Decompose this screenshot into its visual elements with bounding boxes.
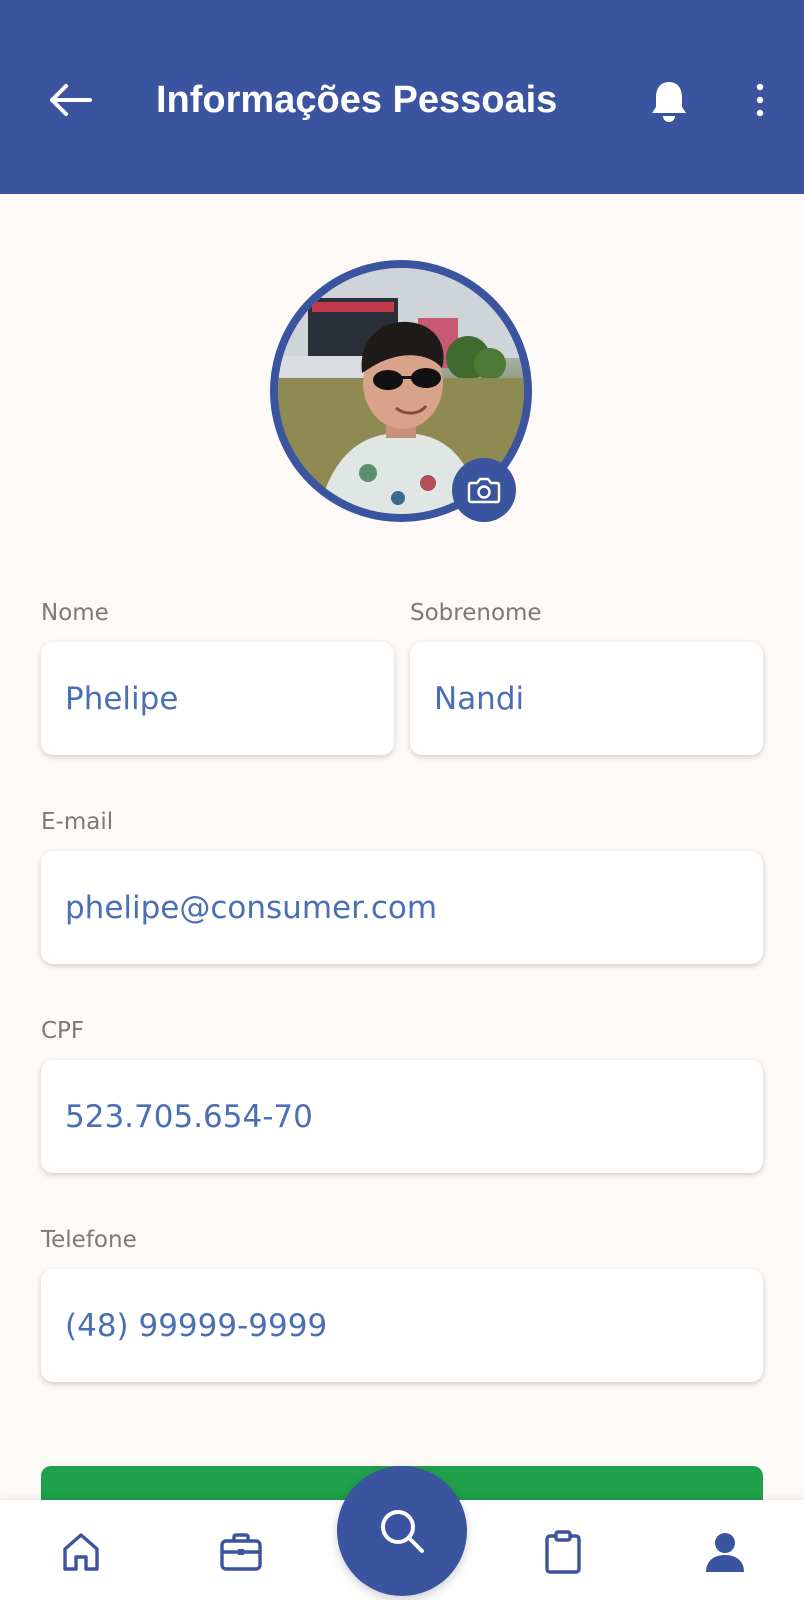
email-label: E-mail xyxy=(41,809,114,835)
first-name-label: Nome xyxy=(41,600,109,626)
briefcase-icon xyxy=(220,1533,262,1571)
search-button[interactable] xyxy=(337,1466,467,1596)
first-name-field[interactable] xyxy=(65,680,394,717)
clipboard-icon xyxy=(545,1530,581,1574)
profile-avatar-section xyxy=(270,260,532,522)
search-icon xyxy=(381,1510,424,1553)
camera-icon xyxy=(467,477,501,504)
more-vertical-icon xyxy=(756,83,764,117)
nav-services[interactable] xyxy=(211,1522,271,1582)
last-name-label: Sobrenome xyxy=(410,600,542,626)
cpf-field[interactable] xyxy=(65,1098,763,1135)
last-name-field[interactable] xyxy=(434,680,763,717)
bell-icon xyxy=(652,82,686,122)
arrow-left-icon xyxy=(50,84,92,116)
app-bar: Informações Pessoais xyxy=(0,0,804,194)
phone-field-box xyxy=(41,1269,763,1382)
phone-field[interactable] xyxy=(65,1307,763,1344)
phone-label: Telefone xyxy=(41,1227,137,1253)
more-options-button[interactable] xyxy=(738,78,782,122)
cpf-field-box xyxy=(41,1060,763,1173)
last-name-field-box xyxy=(410,642,763,755)
change-photo-button[interactable] xyxy=(452,458,516,522)
first-name-field-box xyxy=(41,642,394,755)
cpf-label: CPF xyxy=(41,1018,85,1044)
nav-profile[interactable] xyxy=(695,1522,755,1582)
nav-orders[interactable] xyxy=(533,1522,593,1582)
home-icon xyxy=(63,1533,99,1571)
email-field[interactable] xyxy=(65,889,763,926)
notifications-button[interactable] xyxy=(644,76,694,126)
email-field-box xyxy=(41,851,763,964)
back-button[interactable] xyxy=(44,74,96,126)
nav-home[interactable] xyxy=(51,1522,111,1582)
page-title: Informações Pessoais xyxy=(156,79,558,121)
user-icon xyxy=(706,1533,744,1572)
